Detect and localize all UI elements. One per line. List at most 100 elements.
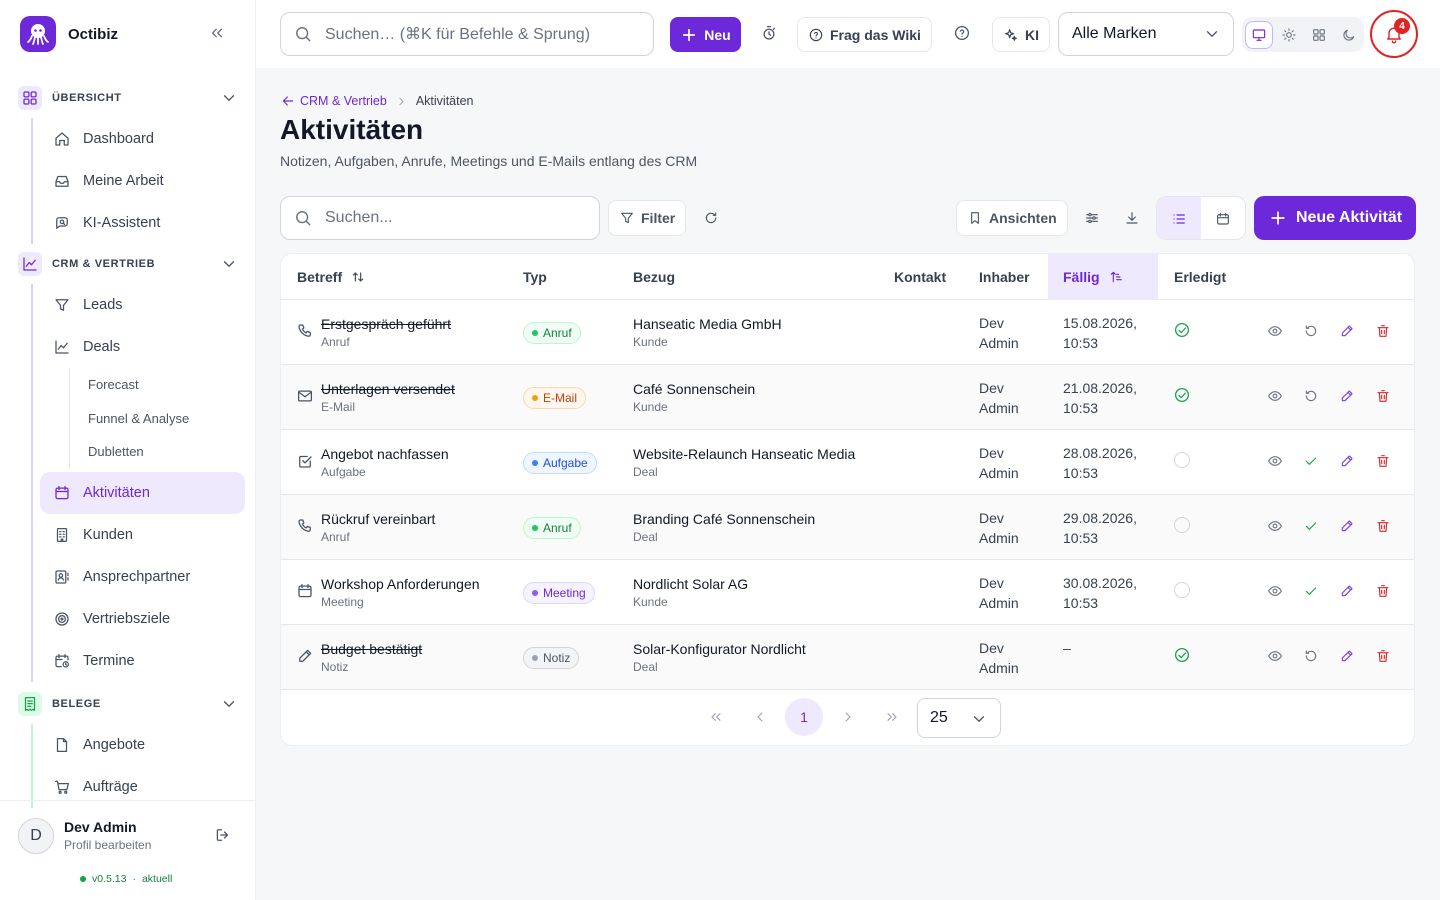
activity-title[interactable]: Rückruf vereinbart — [321, 511, 435, 527]
wiki-button[interactable]: Frag das Wiki — [797, 17, 932, 52]
brand-select[interactable]: Alle Marken — [1058, 12, 1234, 56]
column-header-due[interactable]: Fällig — [1048, 254, 1158, 300]
reference-link[interactable]: Website-Relaunch Hanseatic Media — [633, 446, 855, 462]
nav-group-belege[interactable]: BELEGE — [0, 684, 256, 724]
undo-icon[interactable] — [1303, 323, 1319, 339]
next-page-icon[interactable] — [829, 698, 867, 736]
global-search-input[interactable]: Suchen… (⌘K für Befehle & Sprung) — [280, 12, 654, 56]
help-icon[interactable] — [953, 24, 971, 42]
columns-settings-icon[interactable] — [1084, 210, 1100, 226]
open-status-circle[interactable] — [1174, 452, 1190, 468]
page-size-select[interactable]: 25 — [917, 698, 1001, 738]
sidebar-item-termine[interactable]: Termine — [40, 640, 245, 682]
reference-link[interactable]: Solar-Konfigurator Nordlicht — [633, 641, 806, 657]
sidebar-item-leads[interactable]: Leads — [40, 284, 245, 326]
sidebar-subitem-forecast[interactable]: Forecast — [88, 368, 256, 402]
check-circle-icon[interactable] — [1173, 386, 1191, 404]
avatar[interactable]: D — [18, 818, 54, 854]
eye-icon[interactable] — [1267, 388, 1283, 404]
eye-icon[interactable] — [1267, 518, 1283, 534]
undo-icon[interactable] — [1303, 388, 1319, 404]
filter-button[interactable]: Filter — [608, 200, 687, 236]
check-icon[interactable] — [1303, 518, 1319, 534]
first-page-icon[interactable] — [697, 698, 735, 736]
edit-pencil-icon[interactable] — [1339, 648, 1355, 664]
sidebar-item-deals[interactable]: Deals — [40, 326, 245, 368]
table-row[interactable]: Budget bestätigt Notiz Notiz Solar-Konfi… — [281, 625, 1414, 690]
trash-icon[interactable] — [1375, 453, 1391, 469]
column-header-owner[interactable]: Inhaber — [979, 254, 1030, 300]
edit-pencil-icon[interactable] — [1339, 583, 1355, 599]
prev-page-icon[interactable] — [741, 698, 779, 736]
edit-pencil-icon[interactable] — [1339, 388, 1355, 404]
check-icon[interactable] — [1303, 453, 1319, 469]
activity-title[interactable]: Angebot nachfassen — [321, 446, 449, 462]
logout-icon[interactable] — [214, 826, 232, 844]
sidebar-subitem-funnel[interactable]: Funnel & Analyse — [88, 402, 256, 436]
eye-icon[interactable] — [1267, 583, 1283, 599]
column-header-done[interactable]: Erledigt — [1174, 254, 1226, 300]
column-header-subject[interactable]: Betreff — [297, 254, 366, 300]
sidebar-item-dashboard[interactable]: Dashboard — [40, 118, 245, 160]
brand[interactable]: Octibiz — [20, 16, 118, 52]
sidebar-item-vertriebsziele[interactable]: Vertriebsziele — [40, 598, 245, 640]
column-header-type[interactable]: Typ — [523, 254, 547, 300]
check-circle-icon[interactable] — [1173, 321, 1191, 339]
sidebar-subitem-dubletten[interactable]: Dubletten — [88, 435, 256, 469]
trash-icon[interactable] — [1375, 583, 1391, 599]
edit-pencil-icon[interactable] — [1339, 453, 1355, 469]
sidebar-item-ki-assistent[interactable]: KI-Assistent — [40, 202, 245, 244]
table-row[interactable]: Angebot nachfassen Aufgabe Aufgabe Websi… — [281, 430, 1414, 495]
profile-name[interactable]: Dev Admin — [64, 819, 137, 835]
list-view-icon[interactable] — [1157, 197, 1201, 239]
trash-icon[interactable] — [1375, 518, 1391, 534]
check-icon[interactable] — [1303, 583, 1319, 599]
reference-link[interactable]: Hanseatic Media GmbH — [633, 316, 782, 332]
column-header-contact[interactable]: Kontakt — [894, 254, 946, 300]
moon-icon[interactable] — [1336, 22, 1362, 48]
table-row[interactable]: Unterlagen versendet E-Mail E-Mail Café … — [281, 365, 1414, 430]
layout-grid-icon[interactable] — [1306, 22, 1332, 48]
page-number-current[interactable]: 1 — [785, 698, 823, 736]
eye-icon[interactable] — [1267, 453, 1283, 469]
nav-group-uebersicht[interactable]: ÜBERSICHT — [0, 78, 256, 118]
sidebar-item-aktivitaeten[interactable]: Aktivitäten — [40, 471, 245, 514]
activity-title[interactable]: Unterlagen versendet — [321, 381, 455, 397]
reference-link[interactable]: Nordlicht Solar AG — [633, 576, 748, 592]
notifications-button[interactable]: 4 — [1370, 10, 1418, 58]
calendar-view-icon[interactable] — [1201, 197, 1245, 239]
activity-title[interactable]: Erstgespräch geführt — [321, 316, 451, 332]
reference-link[interactable]: Branding Café Sonnenschein — [633, 511, 815, 527]
sidebar-item-meine-arbeit[interactable]: Meine Arbeit — [40, 160, 245, 202]
trash-icon[interactable] — [1375, 388, 1391, 404]
table-row[interactable]: Erstgespräch geführt Anruf Anruf Hanseat… — [281, 300, 1414, 365]
edit-pencil-icon[interactable] — [1339, 518, 1355, 534]
collapse-sidebar-icon[interactable] — [208, 24, 226, 42]
new-activity-button[interactable]: Neue Aktivität — [1254, 196, 1416, 240]
eye-icon[interactable] — [1267, 648, 1283, 664]
eye-icon[interactable] — [1267, 323, 1283, 339]
ai-button[interactable]: KI — [992, 17, 1050, 52]
trash-icon[interactable] — [1375, 648, 1391, 664]
views-button[interactable]: Ansichten — [956, 200, 1068, 236]
activity-search-input[interactable]: Suchen... — [280, 196, 600, 240]
reference-link[interactable]: Café Sonnenschein — [633, 381, 755, 397]
activity-title[interactable]: Workshop Anforderungen — [321, 576, 480, 592]
check-circle-icon[interactable] — [1173, 646, 1191, 664]
undo-icon[interactable] — [1303, 648, 1319, 664]
sidebar-item-angebote[interactable]: Angebote — [40, 724, 245, 766]
download-icon[interactable] — [1124, 210, 1140, 226]
table-row[interactable]: Rückruf vereinbart Anruf Anruf Branding … — [281, 495, 1414, 560]
sidebar-item-kunden[interactable]: Kunden — [40, 514, 245, 556]
activity-title[interactable]: Budget bestätigt — [321, 641, 422, 657]
edit-pencil-icon[interactable] — [1339, 323, 1355, 339]
open-status-circle[interactable] — [1174, 517, 1190, 533]
trash-icon[interactable] — [1375, 323, 1391, 339]
sidebar-item-ansprechpartner[interactable]: Ansprechpartner — [40, 556, 245, 598]
table-row[interactable]: Workshop Anforderungen Meeting Meeting N… — [281, 560, 1414, 625]
profile-edit-link[interactable]: Profil bearbeiten — [64, 838, 151, 852]
monitor-icon[interactable] — [1246, 21, 1272, 48]
breadcrumb-parent-link[interactable]: CRM & Vertrieb — [280, 93, 387, 109]
refresh-icon[interactable] — [703, 210, 719, 226]
last-page-icon[interactable] — [873, 698, 911, 736]
